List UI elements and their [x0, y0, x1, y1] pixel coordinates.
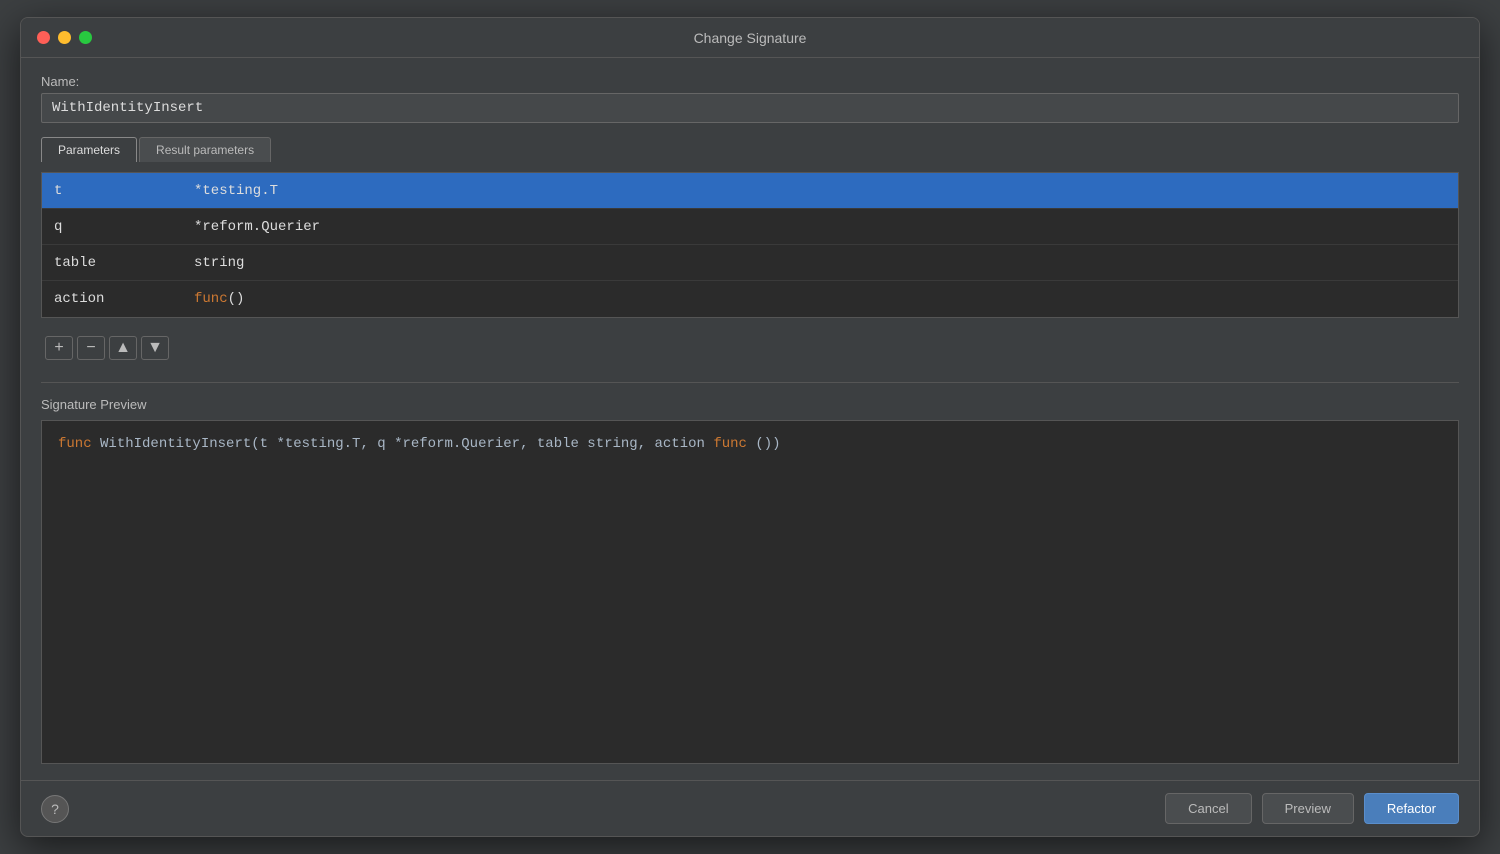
func-keyword: func — [58, 436, 92, 452]
cancel-button[interactable]: Cancel — [1165, 793, 1251, 824]
remove-param-button[interactable]: − — [77, 336, 105, 360]
maximize-button[interactable] — [79, 31, 92, 44]
tab-parameters[interactable]: Parameters — [41, 137, 137, 162]
add-param-button[interactable]: + — [45, 336, 73, 360]
bottom-right-buttons: Cancel Preview Refactor — [1165, 793, 1459, 824]
dialog-title: Change Signature — [694, 30, 807, 46]
param-type: func() — [194, 291, 244, 307]
preview-content: WithIdentityInsert(t *testing.T, q *refo… — [100, 436, 713, 452]
title-bar: Change Signature — [21, 18, 1479, 58]
window-controls — [37, 31, 92, 44]
params-toolbar: + − ▲ ▼ — [41, 328, 1459, 368]
preview-text: func WithIdentityInsert(t *testing.T, q … — [58, 436, 781, 452]
params-table: t *testing.T q *reform.Querier table str… — [41, 172, 1459, 318]
minimize-button[interactable] — [58, 31, 71, 44]
param-name: table — [54, 255, 134, 271]
preview-button[interactable]: Preview — [1262, 793, 1354, 824]
name-section: Name: — [41, 74, 1459, 123]
move-up-button[interactable]: ▲ — [109, 336, 137, 360]
param-type: *reform.Querier — [194, 219, 320, 235]
help-button[interactable]: ? — [41, 795, 69, 823]
dialog-body: Name: Parameters Result parameters t *te… — [21, 58, 1479, 780]
table-row[interactable]: table string — [42, 245, 1458, 281]
table-row[interactable]: t *testing.T — [42, 173, 1458, 209]
param-type: string — [194, 255, 244, 271]
move-down-button[interactable]: ▼ — [141, 336, 169, 360]
signature-preview-section: Signature Preview func WithIdentityInser… — [41, 397, 1459, 764]
name-label: Name: — [41, 74, 1459, 89]
tab-result-parameters[interactable]: Result parameters — [139, 137, 271, 162]
signature-preview-box: func WithIdentityInsert(t *testing.T, q … — [41, 420, 1459, 764]
table-row[interactable]: action func() — [42, 281, 1458, 317]
signature-preview-label: Signature Preview — [41, 397, 1459, 412]
param-type: *testing.T — [194, 183, 278, 199]
param-name: t — [54, 183, 134, 199]
change-signature-dialog: Change Signature Name: Parameters Result… — [20, 17, 1480, 837]
refactor-button[interactable]: Refactor — [1364, 793, 1459, 824]
name-input[interactable] — [41, 93, 1459, 123]
func-keyword-2: func — [713, 436, 747, 452]
divider — [41, 382, 1459, 383]
param-name: q — [54, 219, 134, 235]
table-row[interactable]: q *reform.Querier — [42, 209, 1458, 245]
tabs-bar: Parameters Result parameters — [41, 137, 1459, 162]
bottom-bar: ? Cancel Preview Refactor — [21, 780, 1479, 836]
param-name: action — [54, 291, 134, 307]
close-button[interactable] — [37, 31, 50, 44]
preview-suffix: ()) — [755, 436, 780, 452]
